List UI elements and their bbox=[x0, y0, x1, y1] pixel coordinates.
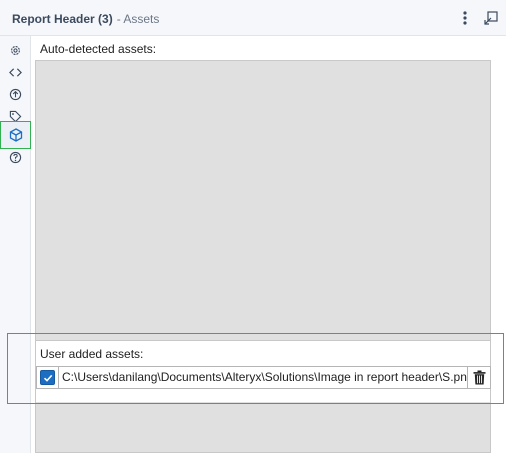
sidebar-item-connections[interactable] bbox=[5, 84, 25, 104]
panel-header: Report Header (3) - Assets bbox=[0, 0, 506, 36]
panel-title: Report Header (3) - Assets bbox=[12, 12, 159, 26]
undock-window-icon bbox=[484, 11, 498, 25]
asset-path-field[interactable]: C:\Users\danilang\Documents\Alteryx\Solu… bbox=[58, 367, 468, 388]
connection-icon bbox=[9, 88, 21, 100]
more-vertical-icon bbox=[463, 11, 467, 25]
sidebar-item-assets[interactable] bbox=[0, 121, 31, 149]
sidebar-item-help[interactable] bbox=[5, 147, 25, 167]
trash-icon bbox=[473, 370, 486, 385]
sidebar-item-configuration[interactable] bbox=[5, 40, 25, 60]
more-options-button[interactable] bbox=[455, 8, 475, 28]
delete-asset-button[interactable] bbox=[470, 368, 489, 387]
undock-button[interactable] bbox=[481, 8, 501, 28]
gear-icon bbox=[10, 45, 20, 55]
asset-include-checkbox[interactable] bbox=[40, 370, 55, 385]
user-added-assets-list-empty-area[interactable] bbox=[35, 402, 491, 453]
panel-subtitle: - Assets bbox=[116, 12, 160, 26]
user-asset-row: C:\Users\danilang\Documents\Alteryx\Solu… bbox=[36, 366, 491, 389]
tool-name: Report Header (3) bbox=[12, 12, 113, 26]
help-icon bbox=[9, 151, 21, 163]
sidebar-item-xml[interactable] bbox=[5, 62, 25, 82]
auto-detected-assets-list[interactable] bbox=[35, 60, 491, 341]
auto-detected-assets-label: Auto-detected assets: bbox=[40, 42, 157, 56]
code-icon bbox=[8, 67, 22, 77]
checkmark-icon bbox=[43, 374, 52, 382]
user-added-assets-label: User added assets: bbox=[40, 347, 144, 361]
cube-icon bbox=[9, 128, 22, 142]
